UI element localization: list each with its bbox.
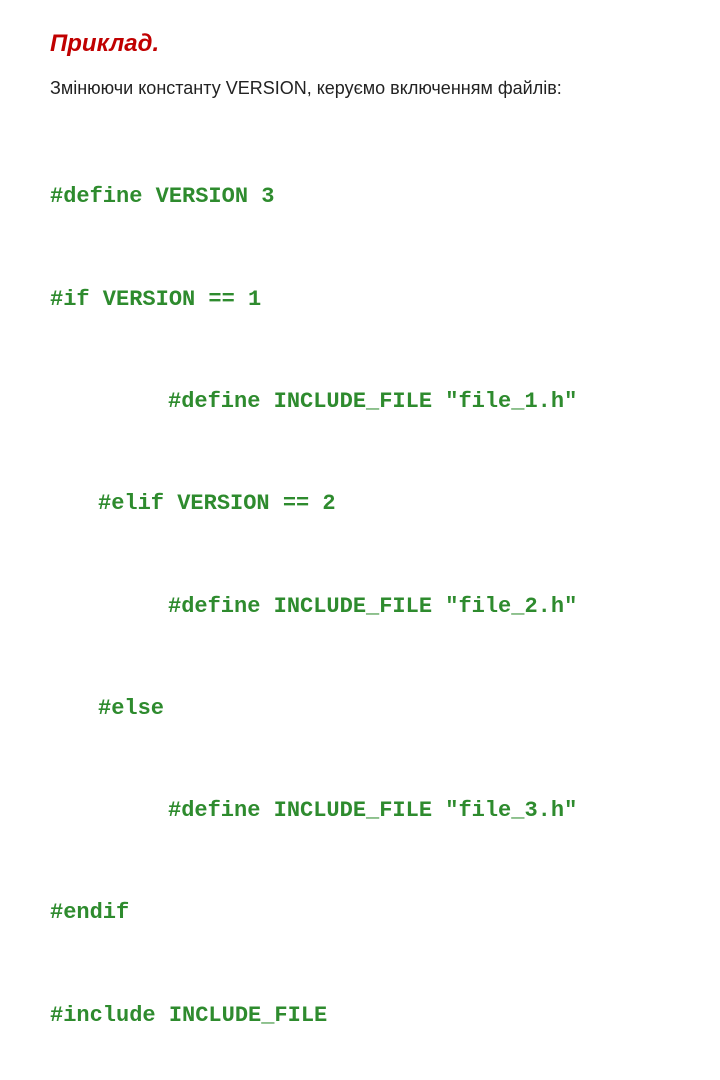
code-line: #define INCLUDE_FILE "file_2.h" — [50, 590, 670, 624]
code-line: #endif — [50, 896, 670, 930]
code-line: #if VERSION == 1 — [50, 283, 670, 317]
code-block: #define VERSION 3 #if VERSION == 1 #defi… — [50, 112, 670, 1080]
example-heading: Приклад. — [50, 30, 670, 59]
code-line: #define INCLUDE_FILE "file_1.h" — [50, 385, 670, 419]
code-line: #elif VERSION == 2 — [50, 487, 670, 521]
code-line: #define INCLUDE_FILE "file_3.h" — [50, 794, 670, 828]
code-line: #else — [50, 692, 670, 726]
example-description: Змінюючи константу VERSION, керуємо вклю… — [50, 77, 670, 100]
code-line: #define VERSION 3 — [50, 180, 670, 214]
document-page: Приклад. Змінюючи константу VERSION, кер… — [0, 0, 720, 540]
code-line: #include INCLUDE_FILE — [50, 999, 670, 1033]
